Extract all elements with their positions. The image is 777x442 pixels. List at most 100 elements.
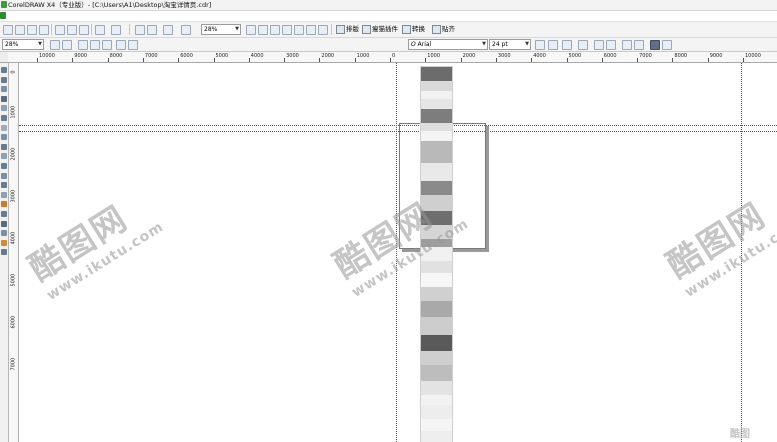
artwork-section <box>421 335 452 351</box>
zoom-selected-icon[interactable] <box>78 40 88 50</box>
toolbar-separator <box>51 24 52 35</box>
zoom-in-icon[interactable] <box>50 40 60 50</box>
zoom-in-icon[interactable] <box>246 25 256 35</box>
pick-tool-icon[interactable] <box>1 67 7 73</box>
ruler-h-label: 3000 <box>286 53 299 59</box>
italic-icon[interactable] <box>548 40 558 50</box>
underline-icon[interactable] <box>562 40 572 50</box>
zoom-level-combo[interactable]: 28% ▼ <box>201 24 241 35</box>
horizontal-guideline[interactable] <box>19 131 777 132</box>
artwork-section <box>421 317 452 335</box>
chevron-down-icon[interactable]: ▼ <box>38 40 42 49</box>
welcome-screen-icon[interactable] <box>181 25 191 35</box>
horizontal-ruler[interactable]: 10000 9000 8000 7000 6000 5000 4000 3000 2000 100… <box>8 52 777 63</box>
zoom-height-icon[interactable] <box>318 25 328 35</box>
shape-tool-icon[interactable] <box>1 76 7 83</box>
freehand-tool-icon[interactable] <box>1 105 7 112</box>
export-icon[interactable] <box>147 25 157 35</box>
basic-shapes-tool-icon[interactable] <box>1 153 7 160</box>
text-tool-icon[interactable] <box>1 163 7 169</box>
zoom-height-icon[interactable] <box>128 40 138 50</box>
toolbar-separator <box>91 24 92 35</box>
edit-text-icon[interactable] <box>634 40 644 50</box>
bold-icon[interactable] <box>535 40 545 50</box>
ruler-h-label: 4000 <box>250 53 264 59</box>
cut-icon[interactable] <box>55 25 65 35</box>
redo-icon[interactable] <box>111 25 121 35</box>
rectangle-tool-icon[interactable] <box>1 124 7 131</box>
vertical-guideline[interactable] <box>741 63 742 442</box>
plugin-button[interactable]: 瘦猫插件 <box>372 24 398 34</box>
zoom-selected-icon[interactable] <box>270 25 280 35</box>
detail-page-artwork[interactable] <box>420 66 453 442</box>
smart-fill-tool-icon[interactable] <box>1 115 7 121</box>
eyedropper-tool-icon[interactable] <box>1 211 7 217</box>
fill-tool-icon[interactable] <box>1 230 7 237</box>
zoom-page-icon[interactable] <box>294 25 304 35</box>
crop-tool-icon[interactable] <box>1 86 7 93</box>
zoom-page-icon[interactable] <box>102 40 112 50</box>
horizontal-guideline[interactable] <box>19 125 777 126</box>
convert-button[interactable]: 转换 <box>412 24 425 34</box>
ruler-tick <box>72 58 74 62</box>
artwork-section <box>421 225 452 239</box>
snap-button[interactable]: 贴齐 <box>442 24 455 34</box>
vertical-guideline[interactable] <box>396 63 397 442</box>
bullet-list-icon[interactable] <box>594 40 604 50</box>
zoom-all-icon[interactable] <box>282 25 292 35</box>
application-launcher-icon[interactable] <box>163 25 173 35</box>
ruler-h-label: 5000 <box>215 53 229 59</box>
zoom-out-icon[interactable] <box>258 25 268 35</box>
artwork-section <box>421 419 452 431</box>
connector-tool-icon[interactable] <box>1 191 7 198</box>
zoom-out-icon[interactable] <box>62 40 72 50</box>
polygon-tool-icon[interactable] <box>1 143 7 150</box>
ruler-tick <box>637 58 639 62</box>
open-icon[interactable] <box>15 25 25 35</box>
outline-tool-icon[interactable] <box>1 220 7 227</box>
table-tool-icon[interactable] <box>1 172 7 179</box>
parallel-dimension-tool-icon[interactable] <box>1 182 7 189</box>
import-icon[interactable] <box>135 25 145 35</box>
document-icon[interactable] <box>0 12 6 19</box>
chevron-down-icon[interactable]: ▼ <box>525 40 529 49</box>
ruler-tick <box>107 58 109 62</box>
save-icon[interactable] <box>27 25 37 35</box>
ruler-tick <box>390 58 391 62</box>
ruler-tick <box>566 58 568 62</box>
vertical-ruler[interactable]: 0 1000 2000 3000 4000 5000 6000 7000 <box>9 63 19 442</box>
drop-cap-icon[interactable] <box>606 40 616 50</box>
ellipse-tool-icon[interactable] <box>1 134 7 141</box>
undo-icon[interactable] <box>95 25 105 35</box>
chevron-down-icon[interactable]: ▼ <box>235 25 239 34</box>
ruler-tick <box>601 58 603 62</box>
ruler-tick <box>284 58 286 62</box>
font-size-combo[interactable]: 24 pt ▼ <box>489 39 531 50</box>
ruler-v-label: 7000 <box>10 357 17 371</box>
print-icon[interactable] <box>39 25 49 35</box>
zoom-width-icon[interactable] <box>306 25 316 35</box>
zoom-tool-icon[interactable] <box>1 95 7 102</box>
layout-button[interactable]: 排版 <box>346 24 359 34</box>
new-document-icon[interactable] <box>3 25 13 35</box>
drawing-canvas[interactable] <box>19 63 777 442</box>
ruler-tick <box>354 58 356 62</box>
vertical-text-icon[interactable] <box>662 40 672 50</box>
ruler-tick <box>425 58 427 62</box>
text-color-icon[interactable] <box>578 40 588 50</box>
copy-icon[interactable] <box>67 25 77 35</box>
interactive-fill-tool-icon[interactable] <box>1 239 7 246</box>
character-format-icon[interactable] <box>622 40 632 50</box>
paste-icon[interactable] <box>79 25 89 35</box>
font-family-combo[interactable]: O Arial ▼ <box>408 39 488 50</box>
mesh-fill-tool-icon[interactable] <box>1 249 7 256</box>
chevron-down-icon[interactable]: ▼ <box>482 40 486 49</box>
zoom-width-icon[interactable] <box>116 40 126 50</box>
blend-tool-icon[interactable] <box>1 201 7 208</box>
zoom-all-icon[interactable] <box>90 40 100 50</box>
artwork-section <box>421 381 452 395</box>
ruler-tick <box>319 58 321 62</box>
zoom-level-combo-secondary[interactable]: 28% ▼ <box>2 39 44 50</box>
ruler-h-label: 4000 <box>533 53 546 59</box>
horizontal-text-icon[interactable] <box>650 40 660 50</box>
